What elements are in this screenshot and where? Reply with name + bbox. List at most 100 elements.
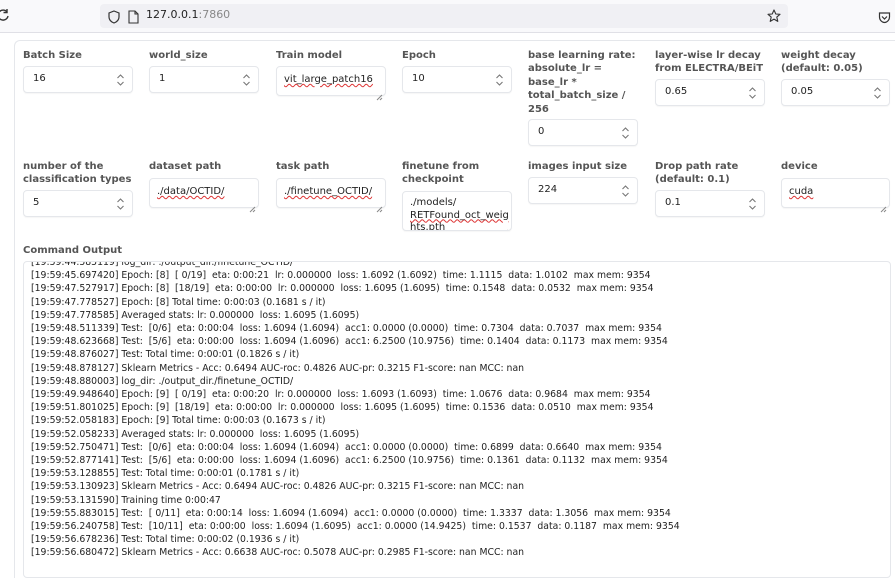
layer-decay-label-line: layer-wise lr decay	[655, 50, 761, 61]
address-bar[interactable]: 127.0.0.1:7860	[100, 4, 788, 28]
weight-decay-label-line: weight decay	[781, 50, 856, 61]
spinner-icon[interactable]	[116, 197, 125, 211]
log-line: [19:59:48.880003] log_dir: ./output_dir.…	[31, 375, 294, 387]
log-line: [19:59:52.058233] Averaged stats: lr: 0.…	[31, 428, 360, 440]
layer-decay-label-line: from ELECTRA/BEiT	[655, 63, 764, 75]
shield-icon[interactable]	[108, 9, 120, 24]
command-output-textarea[interactable]: [19:59:44.585119] log_dir: ./output_dir.…	[23, 261, 891, 578]
spinner-icon[interactable]	[748, 86, 757, 100]
spinner-icon[interactable]	[873, 86, 882, 100]
layer-decay-label: layer-wise lr decay from ELECTRA/BEiT	[655, 49, 763, 76]
log-line: [19:59:49.948640] Epoch: [9] [ 0/19] eta…	[31, 389, 651, 401]
log-line: [19:59:52.877141] Test: [5/6] eta: 0:00:…	[31, 455, 668, 467]
drop-path-field: Drop path rate (default: 0.1) 0.1	[655, 160, 767, 220]
device-value: cuda	[789, 186, 814, 197]
task-path-textarea[interactable]: ./finetune_OCTID/	[276, 178, 386, 213]
finetune-value: ./models/ RETFound_oct_weig hts.pth	[410, 197, 509, 231]
spinner-icon[interactable]	[116, 73, 125, 87]
data-path-label: dataset path	[149, 161, 222, 172]
spinner-icon[interactable]	[748, 197, 757, 211]
data-path-field: dataset path ./data/OCTID/	[149, 160, 261, 213]
finetune-value-line: RETFound_oct_weig	[410, 209, 509, 221]
resize-handle-icon[interactable]	[376, 86, 383, 101]
data-path-textarea[interactable]: ./data/OCTID/	[149, 178, 259, 213]
epoch-value: 10	[412, 73, 425, 84]
task-path-label: task path	[276, 161, 330, 172]
layer-decay-input[interactable]: 0.65	[655, 79, 765, 106]
finetune-textarea[interactable]: ./models/ RETFound_oct_weig hts.pth	[402, 191, 512, 231]
log-line: [19:59:53.128855] Test: Total time: 0:00…	[31, 468, 300, 480]
url-text: 127.0.0.1:7860	[146, 8, 230, 21]
data-path-value: ./data/OCTID/	[157, 186, 225, 197]
page-icon[interactable]	[127, 9, 139, 24]
batch-size-field: Batch Size 16	[23, 49, 135, 99]
log-line: [19:59:56.240758] Test: [10/11] eta: 0:0…	[31, 521, 680, 533]
log-line: [19:59:52.058183] Epoch: [9] Total time:…	[31, 415, 326, 427]
resize-handle-icon[interactable]	[376, 198, 383, 213]
log-line: [19:59:47.527917] Epoch: [8] [18/19] eta…	[31, 283, 654, 295]
world-size-input[interactable]: 1	[149, 66, 259, 93]
base-lr-field: base learning rate: absolute_lr = base_l…	[528, 49, 643, 149]
base-lr-label-line: total_batch_size /	[528, 90, 626, 102]
epoch-input[interactable]: 10	[402, 66, 512, 93]
base-lr-label-line: absolute_lr =	[528, 63, 603, 75]
bookmark-star-icon[interactable]	[767, 8, 781, 22]
batch-size-input[interactable]: 16	[23, 66, 133, 93]
log-line: [19:59:48.876027] Test: Total time: 0:00…	[31, 349, 300, 361]
log-line: [19:59:47.778527] Epoch: [8] Total time:…	[31, 296, 326, 308]
spinner-icon[interactable]	[495, 73, 504, 87]
log-line: [19:59:52.750471] Test: [0/6] eta: 0:00:…	[31, 441, 662, 453]
browser-toolbar: 127.0.0.1:7860	[0, 0, 895, 33]
world-size-field: world_size 1	[149, 49, 261, 99]
batch-size-label: Batch Size	[23, 50, 82, 61]
batch-size-value: 16	[33, 73, 46, 84]
finetune-field: finetune from checkpoint ./models/ RETFo…	[402, 160, 514, 235]
log-line: [19:59:45.697420] Epoch: [8] [ 0/19] eta…	[31, 270, 651, 282]
url-host: 127.0.0.1	[146, 8, 199, 21]
command-output-log: [19:59:44.585119] log_dir: ./output_dir.…	[31, 261, 680, 560]
input-size-label: images input size	[528, 161, 628, 172]
log-line: [19:59:48.623668] Test: [5/6] eta: 0:00:…	[31, 336, 668, 348]
log-line: [19:59:53.131590] Training time 0:00:47	[31, 494, 221, 506]
base-lr-label: base learning rate: absolute_lr = base_l…	[528, 49, 636, 116]
spinner-icon[interactable]	[621, 126, 630, 140]
device-field: device cuda	[781, 160, 891, 213]
nb-classes-field: number of the classification types 5	[23, 160, 135, 220]
weight-decay-label: weight decay (default: 0.05)	[781, 49, 863, 76]
train-model-field: Train model vit_large_patch16	[276, 49, 388, 101]
train-model-textarea[interactable]: vit_large_patch16	[276, 66, 386, 101]
weight-decay-input[interactable]: 0.05	[781, 79, 890, 106]
reload-icon[interactable]	[0, 7, 10, 21]
log-line: [19:59:53.130923] Sklearn Metrics - Acc:…	[31, 481, 525, 493]
log-line: [19:59:44.585119] log_dir: ./output_dir.…	[31, 261, 294, 268]
base-lr-value: 0	[538, 126, 545, 137]
base-lr-input[interactable]: 0	[528, 119, 638, 146]
resize-handle-icon[interactable]	[249, 198, 256, 213]
device-textarea[interactable]: cuda	[781, 178, 890, 213]
finetune-label-line: checkpoint	[402, 174, 464, 186]
log-line: [19:59:55.883015] Test: [ 0/11] eta: 0:0…	[31, 507, 671, 519]
resize-handle-icon[interactable]	[880, 198, 887, 213]
nb-classes-label-line: classification types	[23, 174, 132, 186]
resize-handle-icon[interactable]	[502, 221, 509, 230]
device-label: device	[781, 161, 818, 172]
spinner-icon[interactable]	[242, 73, 251, 87]
log-line: [19:59:51.801025] Epoch: [9] [18/19] eta…	[31, 402, 654, 414]
finetune-value-line: hts.pth	[410, 222, 446, 231]
weight-decay-value: 0.05	[791, 86, 814, 97]
weight-decay-field: weight decay (default: 0.05) 0.05	[781, 49, 891, 119]
train-model-value: vit_large_patch16	[284, 74, 373, 85]
spinner-icon[interactable]	[621, 184, 630, 198]
log-line: [19:59:48.878127] Sklearn Metrics - Acc:…	[31, 362, 525, 374]
pocket-icon[interactable]	[878, 9, 891, 24]
input-size-input[interactable]: 224	[528, 177, 638, 204]
log-line: [19:59:56.680472] Sklearn Metrics - Acc:…	[31, 547, 525, 559]
drop-path-label-line: (default: 0.1)	[655, 174, 730, 186]
drop-path-input[interactable]: 0.1	[655, 190, 765, 217]
nb-classes-input[interactable]: 5	[23, 190, 133, 217]
epoch-field: Epoch 10	[402, 49, 514, 99]
layer-decay-value: 0.65	[665, 86, 688, 97]
layer-decay-field: layer-wise lr decay from ELECTRA/BEiT 0.…	[655, 49, 767, 119]
finetune-value-line: ./models/	[410, 197, 457, 208]
log-line: [19:59:47.778585] Averaged stats: lr: 0.…	[31, 309, 360, 321]
